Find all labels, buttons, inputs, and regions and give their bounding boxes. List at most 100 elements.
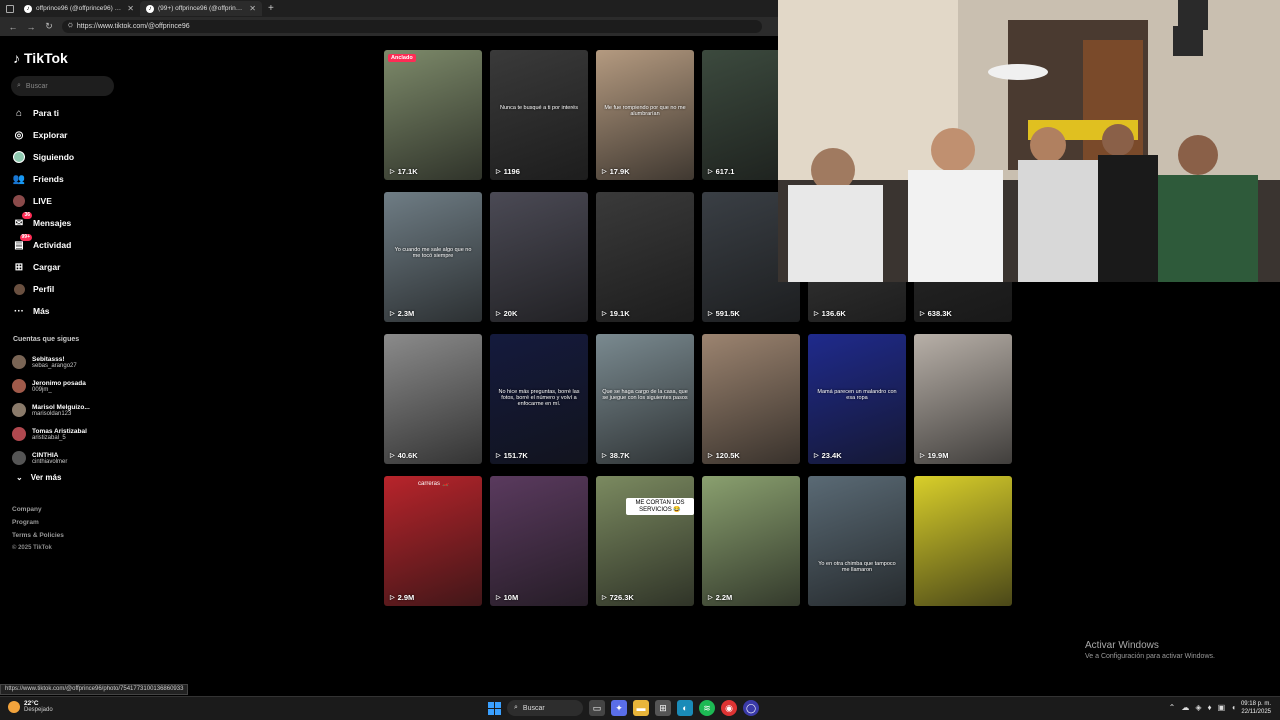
cloud-icon[interactable]: ☁	[1181, 703, 1189, 712]
browser-tab-2[interactable]: ♪ (99+) offprince96 (@offprince96) ✕	[140, 1, 262, 16]
video-tile[interactable]: Me fue rompiendo por que no me alumbrarí…	[596, 50, 694, 180]
video-tile[interactable]: ▷ 19.1K	[596, 192, 694, 322]
sidebar-item-label: Mensajes	[33, 218, 72, 228]
new-tab-button[interactable]: +	[262, 3, 280, 14]
video-tile[interactable]: Mamá parecen un malandro con esa ropa ▷ 23…	[808, 334, 906, 464]
sidebar-item-para-ti[interactable]: ⌂ Para ti	[12, 102, 74, 124]
sidebar-item-perfil[interactable]: Perfil	[12, 278, 74, 300]
video-tile[interactable]: ▷ 40.6K	[384, 334, 482, 464]
screen: ♪ offprince96 (@offprince96) está ✕ ♪ (9…	[0, 0, 1280, 720]
video-tile[interactable]: Nunca te busqué a ti por interés ▷ 1196	[490, 50, 588, 180]
play-icon: ▷	[390, 169, 395, 175]
weather-sun-icon	[8, 700, 20, 713]
video-tile[interactable]	[914, 476, 1012, 606]
video-tile[interactable]: Anclado ▷ 17.1K	[384, 50, 482, 180]
footer-link-program[interactable]: Program	[12, 519, 64, 532]
copilot-icon[interactable]: ✦	[611, 700, 627, 716]
video-tile[interactable]: ▷ 10M	[490, 476, 588, 606]
video-tile[interactable]: ME CORTAN LOS SERVICIOS 😂 ▷ 726.3K	[596, 476, 694, 606]
view-count: ▷ 2.2M	[708, 593, 732, 602]
sidebar-item-friends[interactable]: 👥 Friends	[12, 168, 74, 190]
following-account[interactable]: Jeronimo posada 009jm_	[12, 374, 90, 398]
play-icon: ▷	[708, 595, 713, 601]
app-icon[interactable]: ◯	[743, 700, 759, 716]
view-count: ▷ 20K	[496, 309, 517, 318]
video-caption: Yo cuando me sale algo que no me tocó si…	[394, 247, 472, 259]
search-input[interactable]: ⌕ Buscar	[11, 76, 114, 96]
following-account[interactable]: Marisol Melguizo... marisoldan123	[12, 398, 90, 422]
sidebar-item-mensajes[interactable]: ✉ 36 Mensajes	[12, 212, 74, 234]
pinned-badge: Anclado	[388, 54, 416, 62]
play-icon: ▷	[708, 311, 713, 317]
video-tile[interactable]: Yo cuando me sale algo que no me tocó si…	[384, 192, 482, 322]
following-account[interactable]: CINTHIA cinthiavolmer	[12, 446, 90, 470]
back-icon[interactable]: ←	[8, 22, 18, 32]
forward-icon[interactable]: →	[26, 22, 36, 32]
account-name: Tomas Aristizabal	[32, 427, 87, 435]
edge-browser-icon[interactable]: ◐	[677, 700, 693, 716]
video-tile[interactable]: No hice más preguntas, borré las fotos, …	[490, 334, 588, 464]
chevron-up-icon[interactable]: ⌃	[1169, 703, 1176, 712]
copyright: © 2025 TikTok	[12, 545, 52, 551]
sidebar-item-mas[interactable]: ··· Más	[12, 300, 74, 322]
webcam-scene	[778, 0, 1280, 282]
sidebar-item-actividad[interactable]: ▤ 99+ Actividad	[12, 234, 74, 256]
weather-widget[interactable]: 22°C Despejado	[8, 700, 53, 713]
play-icon: ▷	[390, 595, 395, 601]
following-icon	[12, 150, 26, 164]
wifi-icon[interactable]: ▣	[1218, 703, 1226, 712]
view-count-value: 151.7K	[503, 451, 528, 460]
volume-icon[interactable]: ◖	[1231, 703, 1236, 712]
play-icon: ▷	[814, 311, 819, 317]
video-tile[interactable]: Que se haga cargo de la casa, que se jue…	[596, 334, 694, 464]
following-account[interactable]: Sebitasss! sebas_arango27	[12, 350, 90, 374]
video-tile[interactable]: ▷ 20K	[490, 192, 588, 322]
url-field[interactable]: ⛭ https://www.tiktok.com/@offprince96	[62, 20, 762, 33]
account-handle: sebas_arango27	[32, 362, 77, 369]
reload-icon[interactable]: ↻	[44, 21, 54, 32]
tiktok-logo[interactable]: ♪ TikTok	[13, 50, 68, 66]
system-tray: ⌃ ☁ ◈ ♦ ▣ ◖	[1169, 703, 1236, 712]
view-count-value: 19.9M	[927, 451, 949, 460]
footer-link-company[interactable]: Company	[12, 506, 64, 519]
sidebar-item-cargar[interactable]: ⊞ Cargar	[12, 256, 74, 278]
messages-badge: 36	[22, 212, 32, 219]
store-icon[interactable]: ⊞	[655, 700, 671, 716]
view-count: ▷ 38.7K	[602, 451, 630, 460]
browser-tab-1[interactable]: ♪ offprince96 (@offprince96) está ✕	[18, 1, 140, 16]
window-menu-icon[interactable]	[6, 4, 14, 13]
sidebar-item-siguiendo[interactable]: Siguiendo	[12, 146, 74, 168]
close-tab-icon[interactable]: ✕	[127, 4, 134, 13]
play-icon: ▷	[602, 169, 607, 175]
chrome-icon[interactable]: ◉	[721, 700, 737, 716]
taskbar-search[interactable]: ⌕ Buscar	[507, 700, 583, 716]
windows-start-icon[interactable]	[488, 701, 501, 715]
video-tile[interactable]: Yo en otra chimba que tampoco me llamaro…	[808, 476, 906, 606]
video-tile[interactable]: ▷ 2.2M	[702, 476, 800, 606]
avatar	[12, 427, 26, 441]
play-icon: ▷	[496, 453, 501, 459]
spotify-icon[interactable]: ≋	[699, 700, 715, 716]
task-view-icon[interactable]: ▭	[589, 700, 605, 716]
network-icon[interactable]: ◈	[1195, 703, 1201, 712]
taskbar-clock[interactable]: 09:18 p. m. 22/11/2025	[1241, 700, 1271, 716]
microphone-icon[interactable]: ♦	[1208, 703, 1212, 712]
see-more-button[interactable]: ⌄ Ver más	[16, 473, 61, 482]
play-icon: ▷	[602, 595, 607, 601]
sidebar-item-explorar[interactable]: ◎ Explorar	[12, 124, 74, 146]
video-tile[interactable]: ▷ 19.9M	[914, 334, 1012, 464]
play-icon: ▷	[920, 453, 925, 459]
close-tab-icon[interactable]: ✕	[249, 4, 256, 13]
account-name: CINTHIA	[32, 451, 59, 459]
following-account[interactable]: Tomas Aristizabal aristizabal_5	[12, 422, 90, 446]
view-count-value: 2.2M	[715, 593, 733, 602]
video-tile[interactable]: carreras 🏎️ ▷ 2.9M	[384, 476, 482, 606]
play-icon: ▷	[708, 169, 713, 175]
video-caption: Yo en otra chimba que tampoco me llamaro…	[818, 561, 896, 573]
file-explorer-icon[interactable]: ▬	[633, 700, 649, 716]
video-tile[interactable]: ▷ 120.5K	[702, 334, 800, 464]
sidebar-item-live[interactable]: LIVE	[12, 190, 74, 212]
view-count-value: 40.6K	[397, 451, 418, 460]
footer-link-terms[interactable]: Terms & Policies	[12, 532, 64, 545]
site-info-icon[interactable]: ⛭	[68, 23, 73, 30]
